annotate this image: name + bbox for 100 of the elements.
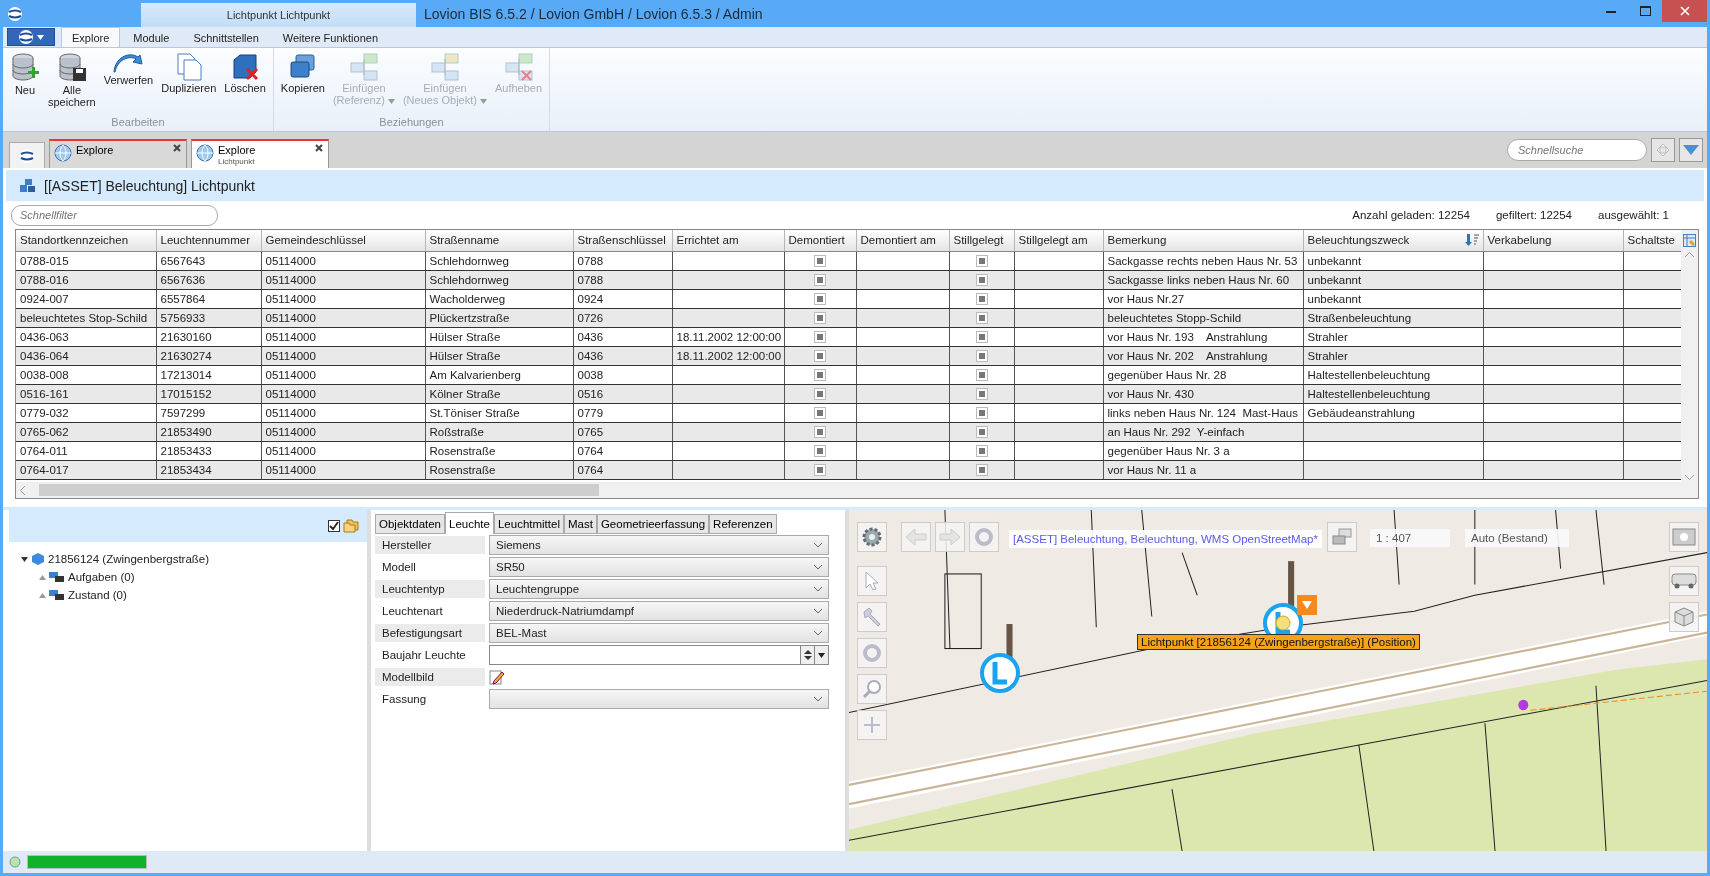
page-heading: [[ASSET] Beleuchtung] Lichtpunkt [44,177,255,194]
scroll-down-icon[interactable] [1685,475,1694,480]
dropdown-marker-icon[interactable] [1297,595,1317,615]
map-tooltip: Lichtpunkt [21856124 (Zwingenbergstraße)] (Position) [1137,634,1420,650]
dropdown-field[interactable]: Niederdruck-Natriumdampf [489,601,829,621]
close-icon[interactable] [315,144,323,152]
map-tool-button[interactable] [857,522,887,552]
map-tool-button[interactable] [1327,522,1357,552]
date-field[interactable] [489,645,829,665]
checkbox[interactable] [975,407,988,419]
column-header[interactable]: Gemeindeschlüssel [261,230,425,251]
property-tab[interactable]: Leuchte [445,512,494,534]
checkbox[interactable] [814,331,826,343]
scale-field[interactable]: 1 : 407 [1370,529,1450,547]
search-field[interactable]: Schnellsuche [1507,139,1647,161]
checkbox[interactable] [975,426,988,438]
checkbox[interactable] [814,293,826,305]
tree-item[interactable]: Aufgaben (0) [68,571,135,583]
ribbon-button[interactable]: Kopieren [277,50,328,116]
map-tool-button[interactable] [1669,602,1699,632]
node-icon [49,570,65,584]
checkbox[interactable] [975,255,988,267]
ribbon-tab[interactable]: Explore [61,27,121,47]
vertical-scrollbar[interactable] [1681,230,1698,482]
column-header[interactable]: Leuchtennummer [156,230,261,251]
checkbox[interactable] [814,255,826,267]
fullscreen-button[interactable] [1651,138,1675,162]
dropdown-field[interactable]: BEL-Mast [489,623,829,643]
dropdown-field[interactable]: SR50 [489,557,829,577]
column-header[interactable]: Standortkennzeichen [16,230,156,251]
checkbox[interactable] [814,426,826,438]
checkbox[interactable] [975,369,988,381]
map-tool-button[interactable] [857,674,887,704]
column-header[interactable]: Straßenname [425,230,573,251]
ribbon-button[interactable]: Neu [7,50,43,116]
filter-field[interactable]: Schnellfilter [11,204,218,226]
property-tab[interactable]: Referenzen [709,514,777,534]
checkbox[interactable] [814,407,826,419]
dropdown-field[interactable]: Siemens [489,535,829,555]
forward-arrow-icon [938,527,962,547]
ribbon-button[interactable]: Verwerfen [100,50,157,116]
checkbox[interactable] [975,274,988,286]
property-tab[interactable]: Leuchtmittel [493,514,564,534]
dropdown-field[interactable] [489,689,829,709]
ribbon-button[interactable]: Alle speichern [45,50,99,116]
checkbox[interactable] [328,520,340,532]
checkbox[interactable] [975,464,988,476]
ribbon-button[interactable]: Duplizieren [158,50,220,116]
column-header[interactable]: Errichtet am [672,230,784,251]
document-tab[interactable]: Explore Lichtpunkt [191,139,329,168]
scroll-up-icon[interactable] [1685,252,1694,257]
layer-list[interactable]: [ASSET] Beleuchtung, Beleuchtung, WMS OpenStreetMap* [1009,530,1322,548]
property-tab[interactable]: Geometrieerfassung [596,514,710,534]
checkbox[interactable] [814,445,826,457]
tree-item[interactable]: Zustand (0) [68,589,127,601]
checkbox[interactable] [975,293,988,305]
checkbox[interactable] [814,274,826,286]
column-header[interactable]: Verkabelung [1483,230,1623,251]
lamp-marker-icon[interactable] [979,652,1021,694]
group-label: Bearbeiten [110,116,166,130]
checkbox[interactable] [975,388,988,400]
close-icon[interactable] [173,144,181,152]
checkbox[interactable] [975,350,988,362]
property-tab[interactable]: Objektdaten [375,514,445,534]
field-label: Baujahr Leuchte [381,648,467,663]
checkbox[interactable] [975,331,988,343]
spinner-arrows-icon[interactable] [803,649,812,661]
edit-image-icon[interactable] [489,669,505,685]
checkbox[interactable] [814,312,826,324]
map-tool-button[interactable] [1669,522,1699,552]
horizontal-scrollbar[interactable] [16,482,1698,498]
checkbox[interactable] [814,388,826,400]
tree-item[interactable]: 21856124 (Zwingenbergstraße) [48,553,210,565]
ribbon-icon [429,52,460,82]
column-header[interactable]: Bemerkung [1103,230,1303,251]
chevron-down-icon [814,608,822,614]
dropdown-field[interactable]: Leuchtengruppe [489,579,829,599]
column-header[interactable]: Beleuchtungszweck [1303,230,1483,251]
column-header[interactable]: Stillgelegt am [1014,230,1103,251]
checkbox[interactable] [975,312,988,324]
checkbox[interactable] [975,445,988,457]
checkbox[interactable] [814,369,826,381]
map-tool-button[interactable] [1669,566,1699,596]
scroll-left-icon[interactable] [20,485,25,495]
property-tab[interactable]: Mast [563,514,597,534]
mode-field[interactable]: Auto (Bestand) [1465,529,1569,547]
column-header[interactable]: Demontiert [784,230,856,251]
column-header[interactable]: Stillgelegt [949,230,1014,251]
checkbox[interactable] [814,350,826,362]
checkbox[interactable] [814,464,826,476]
document-tab[interactable]: Explore [49,139,187,168]
column-header[interactable]: Schaltste [1623,230,1681,251]
dropdown-button[interactable] [1679,138,1703,162]
column-header[interactable]: Demontiert am [856,230,949,251]
app-menu-button[interactable] [7,28,55,46]
column-chooser-icon[interactable] [1683,234,1696,247]
home-tab[interactable] [9,142,45,168]
context-tab[interactable]: Lichtpunkt Lichtpunkt [141,3,416,27]
column-header[interactable]: Straßenschlüssel [573,230,672,251]
ribbon-button[interactable]: Löschen [221,50,269,116]
